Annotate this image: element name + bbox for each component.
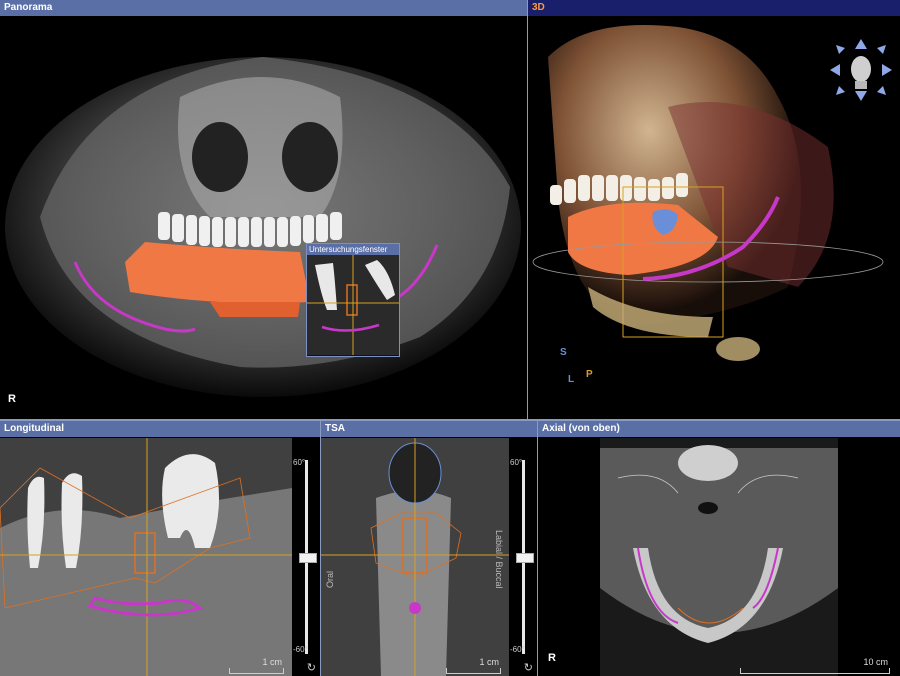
tsa-angle-max: 60° [510, 458, 523, 467]
rotate-icon[interactable]: ↻ [524, 661, 533, 674]
examination-window-image [307, 255, 399, 355]
longitudinal-angle-min: -60° [293, 645, 308, 654]
tsa-viewport[interactable]: Oral Labial / Buccal 1 cm [321, 438, 509, 676]
longitudinal-panel: Longitudinal 1 cm 60° -60° ↻ [0, 421, 320, 676]
tsa-title: TSA [321, 421, 537, 437]
head-navigator-icon [830, 39, 892, 101]
longitudinal-tooth-3 [162, 454, 219, 548]
longitudinal-scale-text: 1 cm [262, 657, 282, 667]
rotate-icon[interactable]: ↻ [307, 661, 316, 674]
panorama-panel: Panorama Untersuchungsfenster R [0, 0, 527, 419]
tsa-panel: TSA Oral Labial / Buccal 1 cm 60° -60° ↻ [321, 421, 537, 676]
tsa-slider-knob[interactable] [516, 553, 534, 563]
tsa-angle-min: -60° [510, 645, 525, 654]
view3d-title: 3D [528, 0, 900, 16]
head-navigator[interactable] [830, 39, 892, 101]
orange-guide-lower [210, 302, 300, 317]
axial-title: Axial (von oben) [538, 421, 900, 437]
longitudinal-angle-max: 60° [293, 458, 306, 467]
axis-l-label: L [568, 374, 575, 385]
panorama-title: Panorama [0, 0, 527, 16]
tsa-nerve-dot [409, 602, 421, 614]
orientation-axes: S L P [558, 347, 598, 387]
axis-p-label: P [586, 369, 593, 380]
longitudinal-slider-knob[interactable] [299, 553, 317, 563]
examination-window[interactable]: Untersuchungsfenster [306, 243, 400, 357]
axial-image [600, 438, 838, 676]
longitudinal-title: Longitudinal [0, 421, 320, 437]
tsa-scale-text: 1 cm [479, 657, 499, 667]
view3d-panel: 3D S L P [528, 0, 900, 419]
axial-viewport[interactable]: R 10 cm [538, 438, 900, 676]
axial-orientation-label: R [548, 652, 556, 664]
longitudinal-image [0, 438, 292, 676]
orbit-right [282, 122, 338, 192]
axial-panel: Axial (von oben) R 10 cm [538, 421, 900, 676]
3d-hyoid [716, 337, 760, 361]
panorama-image [5, 57, 521, 397]
tsa-buccal-label: Labial / Buccal [494, 530, 504, 589]
longitudinal-viewport[interactable]: 1 cm [0, 438, 292, 676]
panorama-orientation-label: R [8, 393, 16, 405]
tsa-image [321, 438, 509, 676]
view3d-viewport[interactable]: S L P [528, 17, 900, 419]
longitudinal-angle-slider[interactable]: 60° -60° ↻ [292, 438, 320, 676]
axial-airway [698, 502, 718, 514]
orbit-left [192, 122, 248, 192]
panorama-viewport[interactable]: Untersuchungsfenster R [0, 17, 527, 419]
tsa-oral-label: Oral [325, 570, 335, 588]
axial-vertebra [678, 445, 738, 481]
axis-s-label: S [560, 347, 567, 358]
tsa-angle-slider[interactable]: 60° -60° ↻ [509, 438, 537, 676]
axial-scale-text: 10 cm [863, 657, 888, 667]
examination-window-title: Untersuchungsfenster [307, 244, 399, 255]
